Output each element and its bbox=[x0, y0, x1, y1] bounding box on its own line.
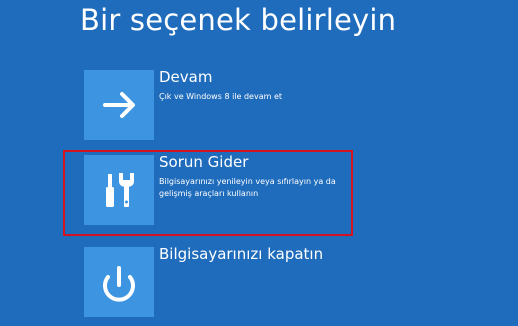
continue-tile[interactable] bbox=[84, 70, 154, 140]
shutdown-tile[interactable] bbox=[84, 247, 154, 317]
option-continue[interactable]: Devam Çık ve Windows 8 ile devam et bbox=[84, 68, 504, 142]
page-title: Bir seçenek belirleyin bbox=[80, 3, 397, 37]
troubleshoot-tile[interactable] bbox=[84, 155, 154, 225]
continue-title: Devam bbox=[159, 68, 213, 86]
arrow-right-icon bbox=[103, 92, 135, 118]
power-icon bbox=[103, 266, 135, 302]
troubleshoot-description: Bilgisayarınızı yenileyin veya sıfırlayı… bbox=[159, 177, 336, 198]
continue-description: Çık ve Windows 8 ile devam et bbox=[159, 92, 283, 101]
troubleshoot-title: Sorun Gider bbox=[159, 153, 249, 171]
tools-icon bbox=[106, 173, 134, 207]
option-shutdown[interactable]: Bilgisayarınızı kapatın bbox=[84, 245, 504, 319]
shutdown-title: Bilgisayarınızı kapatın bbox=[159, 245, 324, 263]
option-troubleshoot[interactable]: Sorun Gider Bilgisayarınızı yenileyin ve… bbox=[84, 153, 504, 227]
